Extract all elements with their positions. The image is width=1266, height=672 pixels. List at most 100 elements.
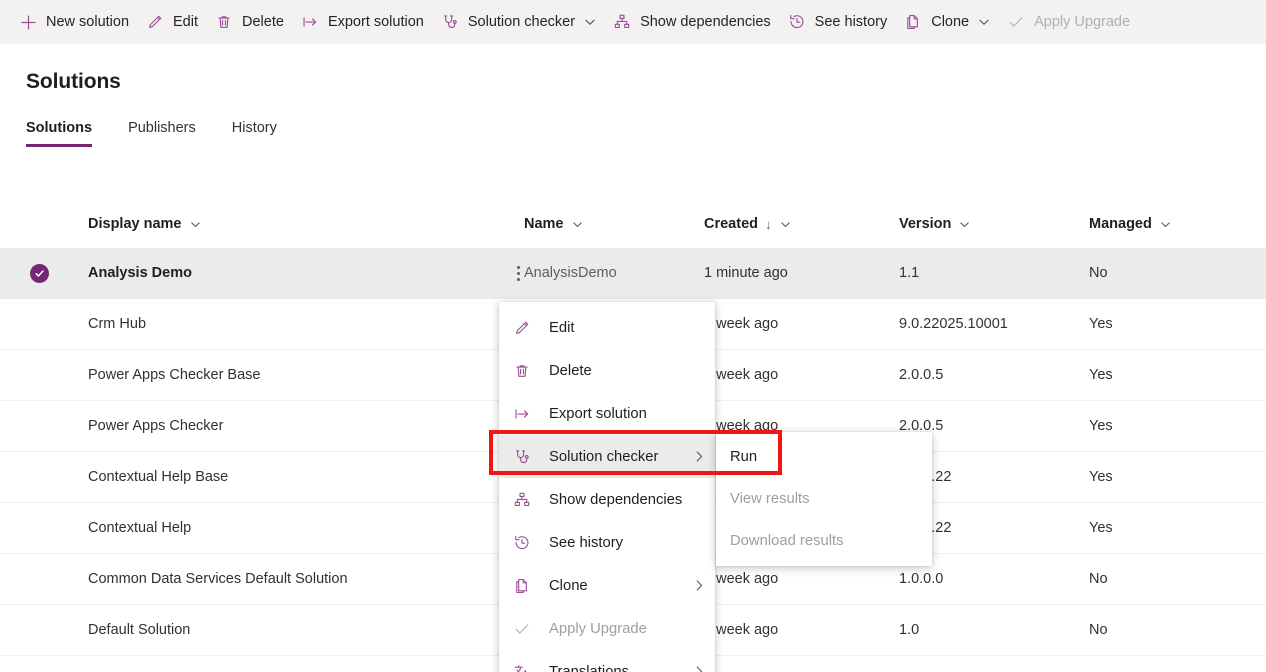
version-text: 9.0.22025.10001 (899, 316, 1008, 332)
cell-version: 9.0.22025.10001 (899, 316, 1089, 332)
tab-publishers[interactable]: Publishers (128, 120, 196, 147)
chevron-down-icon[interactable] (572, 219, 583, 230)
managed-text: No (1089, 265, 1108, 281)
cell-managed: Yes (1089, 316, 1249, 332)
context-menu-item-label: See history (549, 535, 705, 551)
cell-display-name: Analysis Demo (58, 265, 524, 281)
managed-text: No (1089, 571, 1108, 587)
column-header-version[interactable]: Version (899, 216, 1089, 232)
chevron-right-icon (693, 579, 705, 593)
context-menu-item-label: Edit (549, 320, 705, 336)
version-text: 1.1 (899, 265, 919, 281)
submenu-item-view-results: View results (716, 478, 932, 520)
context-menu-item-clone[interactable]: Clone (499, 564, 715, 607)
cell-created: 1 minute ago (704, 265, 899, 281)
context-menu-item-apply-upgrade: Apply Upgrade (499, 607, 715, 650)
context-menu-item-export-solution[interactable]: Export solution (499, 392, 715, 435)
command-edit[interactable]: Edit (137, 2, 206, 42)
cell-created: 1 week ago (704, 571, 899, 587)
command-new-solution[interactable]: New solution (10, 2, 137, 42)
command-label: Apply Upgrade (1034, 15, 1130, 30)
chevron-down-icon[interactable] (1160, 219, 1171, 230)
row-overflow-menu-button[interactable] (508, 262, 528, 284)
context-menu-item-delete[interactable]: Delete (499, 349, 715, 392)
tab-strip: Solutions Publishers History (26, 120, 313, 147)
managed-text: Yes (1089, 367, 1113, 383)
command-bar: New solution Edit DeleteExport solutionSol… (0, 0, 1266, 44)
table-row[interactable]: Analysis Demo AnalysisDemo 1 minute ago1.1… (0, 248, 1266, 299)
stethoscope-icon (440, 12, 460, 32)
version-text: 2.0.0.5 (899, 367, 943, 383)
hierarchy-icon (511, 490, 533, 510)
command-clone[interactable]: Clone (895, 2, 998, 42)
checked-circle-icon (30, 264, 49, 283)
chevron-down-icon[interactable] (978, 16, 990, 28)
chevron-down-icon[interactable] (780, 219, 791, 230)
column-header-name[interactable]: Name (524, 216, 704, 232)
context-menu-item-edit[interactable]: Edit (499, 306, 715, 349)
managed-text: Yes (1089, 469, 1113, 485)
history-clock-icon (511, 533, 533, 553)
command-show-dependencies[interactable]: Show dependencies (604, 2, 779, 42)
context-menu-item-show-dependencies[interactable]: Show dependencies (499, 478, 715, 521)
command-see-history[interactable]: See history (779, 2, 896, 42)
context-menu-item-translations[interactable]: Translations (499, 650, 715, 672)
cell-created: 1 week ago (704, 622, 899, 638)
cell-managed: Yes (1089, 418, 1249, 434)
created-text: 1 week ago (704, 316, 778, 332)
submenu-item-label: Download results (730, 533, 844, 549)
command-solution-checker[interactable]: Solution checker (432, 2, 604, 42)
version-text: 1.0.0.0 (899, 571, 943, 587)
command-delete[interactable]: Delete (206, 2, 292, 42)
copy-icon (511, 576, 533, 596)
cell-display-name: Power Apps Checker (58, 418, 524, 434)
chevron-right-icon (693, 450, 705, 464)
context-menu-item-label: Apply Upgrade (549, 621, 705, 637)
command-export-solution[interactable]: Export solution (292, 2, 432, 42)
chevron-down-icon[interactable] (959, 219, 970, 230)
display-name-text: Crm Hub (88, 316, 146, 332)
cell-display-name: Contextual Help (58, 520, 524, 536)
display-name-text: Default Solution (88, 622, 190, 638)
checkmark-icon (1006, 12, 1026, 32)
column-header-managed[interactable]: Managed (1089, 216, 1249, 232)
cell-display-name: Common Data Services Default Solution (58, 571, 524, 587)
export-arrow-icon (300, 12, 320, 32)
cell-version: 1.0.0.0 (899, 571, 1089, 587)
display-name-text: Common Data Services Default Solution (88, 571, 348, 587)
display-name-text: Analysis Demo (88, 265, 192, 281)
row-select-checkbox[interactable] (16, 264, 58, 283)
hierarchy-icon (612, 12, 632, 32)
row-context-menu: Edit Delete Export solution Solution checke… (499, 302, 715, 672)
context-menu-item-label: Translations (549, 664, 693, 672)
created-text: 1 week ago (704, 622, 778, 638)
context-menu-item-label: Clone (549, 578, 693, 594)
name-text: AnalysisDemo (524, 265, 617, 281)
submenu-item-download-results: Download results (716, 520, 932, 562)
column-header-label: Display name (88, 216, 182, 232)
context-menu-item-solution-checker[interactable]: Solution checker (499, 435, 715, 478)
column-header-created[interactable]: Created↓ (704, 216, 899, 232)
managed-text: No (1089, 622, 1108, 638)
tab-history[interactable]: History (232, 120, 277, 147)
command-apply-upgrade: Apply Upgrade (998, 2, 1138, 42)
created-text: 1 week ago (704, 571, 778, 587)
column-header-display-name[interactable]: Display name (58, 216, 524, 232)
context-menu-item-label: Export solution (549, 406, 705, 422)
pencil-icon (145, 12, 165, 32)
tab-solutions[interactable]: Solutions (26, 120, 92, 147)
managed-text: Yes (1089, 316, 1113, 332)
plus-icon (18, 12, 38, 32)
display-name-text: Power Apps Checker (88, 418, 223, 434)
submenu-item-run[interactable]: Run (716, 436, 932, 478)
chevron-down-icon[interactable] (584, 16, 596, 28)
context-menu-item-see-history[interactable]: See history (499, 521, 715, 564)
display-name-text: Power Apps Checker Base (88, 367, 260, 383)
translate-icon (511, 662, 533, 672)
cell-display-name: Power Apps Checker Base (58, 367, 524, 383)
column-header-label: Version (899, 216, 951, 232)
column-header-label: Name (524, 216, 564, 232)
command-label: Edit (173, 15, 198, 30)
context-menu-item-label: Solution checker (549, 449, 693, 465)
chevron-down-icon[interactable] (190, 219, 201, 230)
